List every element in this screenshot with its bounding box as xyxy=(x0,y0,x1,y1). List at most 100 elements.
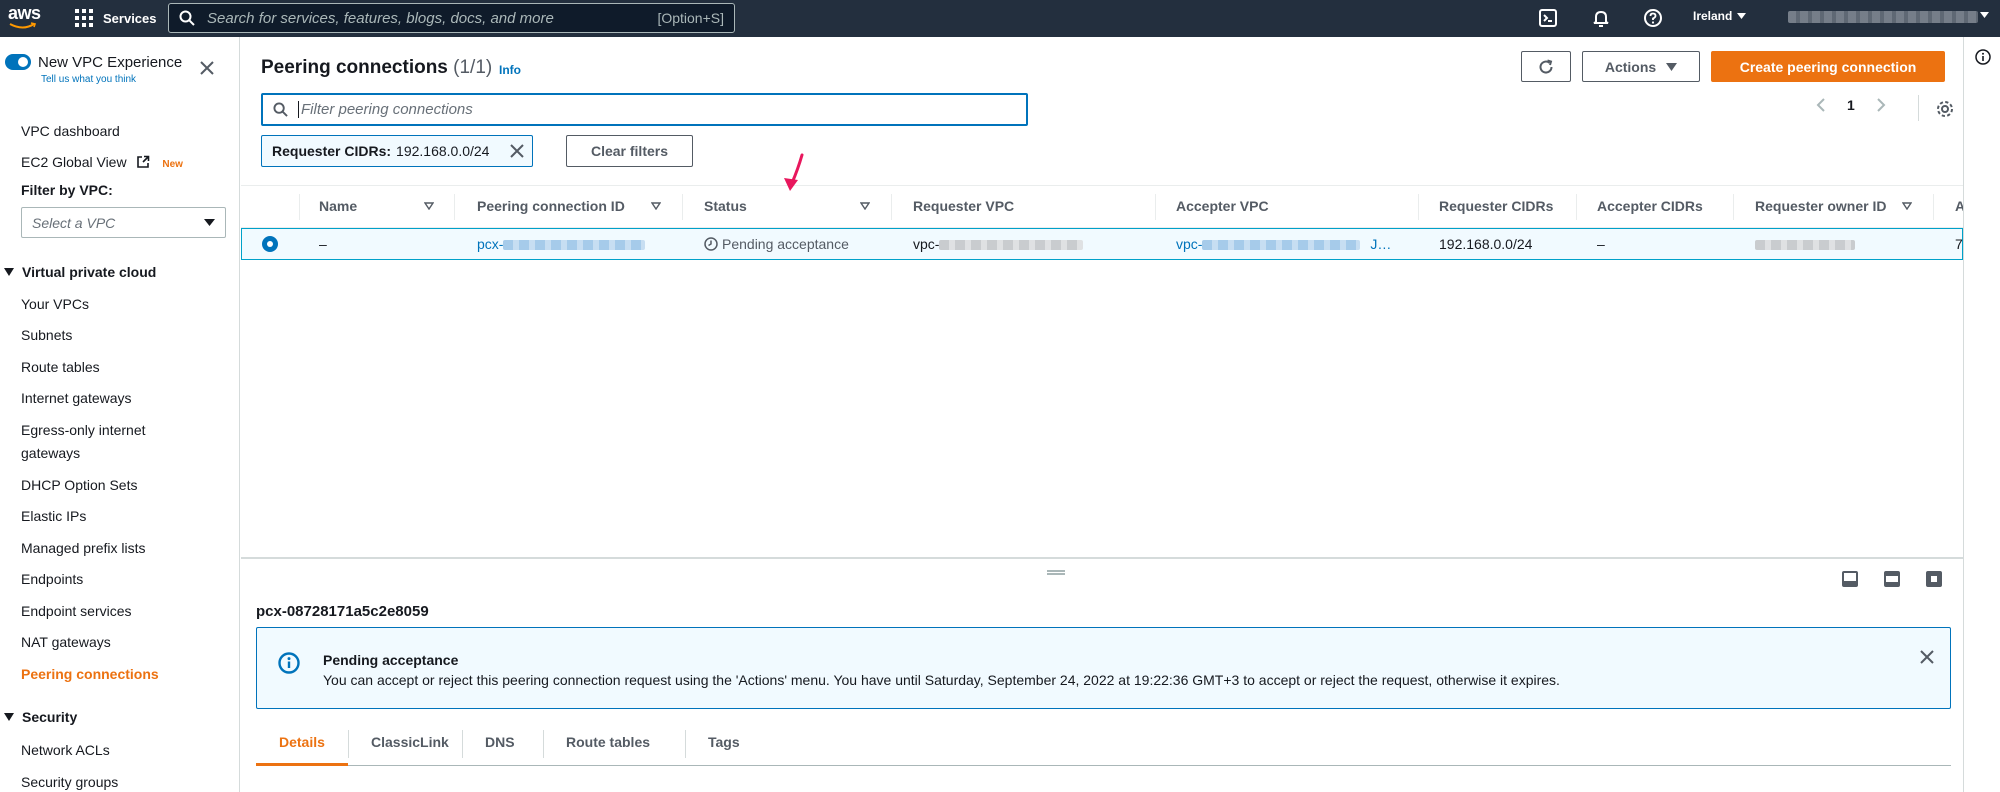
sort-icon[interactable] xyxy=(860,202,870,210)
next-page-icon[interactable] xyxy=(1877,98,1886,112)
column-header-accepter-cidrs[interactable]: Accepter CIDRs xyxy=(1597,198,1703,214)
tab-route-tables[interactable]: Route tables xyxy=(566,734,650,750)
cell-requester-vpc: vpc- xyxy=(913,236,1084,252)
redacted-vpc xyxy=(939,240,1084,250)
tab-classiclink[interactable]: ClassicLink xyxy=(371,734,449,750)
cell-peering-connection-id[interactable]: pcx- xyxy=(477,236,646,252)
tab-tags[interactable]: Tags xyxy=(708,734,740,750)
tools-panel xyxy=(1963,37,2000,792)
nav-egress-only-internet-gateways[interactable]: Egress-only internet xyxy=(21,422,146,438)
section-security[interactable]: Security xyxy=(4,709,77,725)
aws-logo[interactable]: aws xyxy=(8,4,44,32)
filter-token: Requester CIDRs: 192.168.0.0/24 xyxy=(261,135,533,167)
split-panel-drag-handle[interactable] xyxy=(1047,570,1065,575)
nav-network-acls[interactable]: Network ACLs xyxy=(21,742,110,758)
nav-peering-connections[interactable]: Peering connections xyxy=(21,666,159,682)
tab-dns[interactable]: DNS xyxy=(485,734,515,750)
services-label: Services xyxy=(103,10,157,26)
sort-icon[interactable] xyxy=(651,202,661,210)
cell-accepter-vpc[interactable]: vpc- J… xyxy=(1176,236,1391,252)
column-header-requester-vpc[interactable]: Requester VPC xyxy=(913,198,1014,214)
nav-ec2-global-view-label: EC2 Global View xyxy=(21,154,127,170)
external-link-icon xyxy=(137,155,150,168)
feedback-link[interactable]: Tell us what you think xyxy=(41,74,136,85)
nav-nat-gateways[interactable]: NAT gateways xyxy=(21,634,111,650)
services-menu-button[interactable]: Services xyxy=(75,6,157,30)
nav-route-tables[interactable]: Route tables xyxy=(21,359,100,375)
caret-down-icon xyxy=(204,219,215,226)
aws-smile-icon xyxy=(9,22,37,29)
cloudshell-icon[interactable] xyxy=(1538,8,1558,28)
pager-divider xyxy=(1918,95,1919,121)
column-header-status[interactable]: Status xyxy=(704,198,747,214)
sort-icon[interactable] xyxy=(424,202,434,210)
help-icon[interactable] xyxy=(1643,8,1663,28)
region-selector[interactable]: Ireland xyxy=(1693,9,1747,23)
active-tab-indicator xyxy=(256,763,348,766)
sort-icon[interactable] xyxy=(1902,202,1912,210)
nav-security-groups[interactable]: Security groups xyxy=(21,774,118,790)
info-panel-icon[interactable] xyxy=(1975,49,1991,65)
nav-endpoints[interactable]: Endpoints xyxy=(21,571,83,587)
split-panel-divider[interactable] xyxy=(241,557,1963,559)
caret-down-icon xyxy=(1666,62,1678,71)
refresh-button[interactable] xyxy=(1521,51,1571,82)
filter-by-vpc-label: Filter by VPC: xyxy=(21,182,113,198)
search-shortcut-hint: [Option+S] xyxy=(657,10,724,26)
column-header-name[interactable]: Name xyxy=(319,198,357,214)
info-link[interactable]: Info xyxy=(499,63,521,77)
side-navigation: New VPC Experience Tell us what you thin… xyxy=(0,37,240,792)
nav-egress-only-internet-gateways-line2[interactable]: gateways xyxy=(21,445,80,461)
cell-requester-cidrs: 192.168.0.0/24 xyxy=(1439,236,1533,252)
table-row[interactable]: – pcx- Pending acceptance vpc- vpc- J… 1… xyxy=(241,228,1971,260)
nav-managed-prefix-lists[interactable]: Managed prefix lists xyxy=(21,540,146,556)
info-flash-notification: Pending acceptance You can accept or rej… xyxy=(256,627,1951,709)
create-peering-connection-button[interactable]: Create peering connection xyxy=(1711,51,1945,82)
redacted-vpc xyxy=(1202,240,1361,250)
filter-token-key: Requester CIDRs: xyxy=(272,143,392,159)
current-page-number[interactable]: 1 xyxy=(1847,97,1855,113)
toggle-switch[interactable] xyxy=(5,54,31,70)
account-menu-redacted[interactable] xyxy=(1788,11,1978,23)
section-label: Security xyxy=(22,709,78,725)
full-panel-layout-icon[interactable] xyxy=(1926,571,1942,587)
preferences-gear-icon[interactable] xyxy=(1936,100,1954,118)
row-select-radio[interactable] xyxy=(262,236,278,252)
nav-vpc-dashboard[interactable]: VPC dashboard xyxy=(21,123,120,139)
section-virtual-private-cloud[interactable]: Virtual private cloud xyxy=(4,264,156,280)
filter-peering-connections-input[interactable]: Filter peering connections xyxy=(261,93,1028,126)
region-label: Ireland xyxy=(1693,9,1733,23)
actions-dropdown-button[interactable]: Actions xyxy=(1582,51,1700,82)
previous-page-icon[interactable] xyxy=(1816,98,1825,112)
close-icon[interactable] xyxy=(1920,650,1934,664)
remove-filter-icon[interactable] xyxy=(510,144,524,158)
notifications-bell-icon[interactable] xyxy=(1591,8,1611,28)
nav-subnets[interactable]: Subnets xyxy=(21,327,72,343)
pending-clock-icon xyxy=(704,237,718,251)
clear-filters-button[interactable]: Clear filters xyxy=(566,135,693,167)
nav-ec2-global-view[interactable]: EC2 Global View New xyxy=(21,154,183,170)
account-caret-down-icon[interactable] xyxy=(1980,12,1989,18)
close-nav-icon[interactable] xyxy=(200,61,214,75)
accepter-vpc-prefix: vpc- xyxy=(1176,236,1203,252)
annotation-arrow-icon xyxy=(784,153,804,191)
column-header-peering-connection-id[interactable]: Peering connection ID xyxy=(477,198,625,214)
vpc-filter-placeholder: Select a VPC xyxy=(32,214,116,231)
column-header-requester-owner-id[interactable]: Requester owner ID xyxy=(1755,198,1886,214)
column-header-accepter-vpc[interactable]: Accepter VPC xyxy=(1176,198,1269,214)
info-circle-icon xyxy=(278,652,300,674)
tab-details[interactable]: Details xyxy=(279,734,325,750)
nav-elastic-ips[interactable]: Elastic IPs xyxy=(21,508,86,524)
nav-endpoint-services[interactable]: Endpoint services xyxy=(21,603,132,619)
redacted-id xyxy=(503,240,646,250)
nav-your-vpcs[interactable]: Your VPCs xyxy=(21,296,89,312)
middle-panel-layout-icon[interactable] xyxy=(1884,571,1900,587)
peering-id-prefix: pcx- xyxy=(477,236,504,252)
bottom-panel-layout-icon[interactable] xyxy=(1842,571,1858,587)
nav-dhcp-option-sets[interactable]: DHCP Option Sets xyxy=(21,477,137,493)
global-search-input[interactable]: Search for services, features, blogs, do… xyxy=(168,3,735,33)
column-header-requester-cidrs[interactable]: Requester CIDRs xyxy=(1439,198,1553,214)
nav-internet-gateways[interactable]: Internet gateways xyxy=(21,390,132,406)
flash-message: You can accept or reject this peering co… xyxy=(323,672,1560,688)
vpc-filter-select[interactable]: Select a VPC xyxy=(21,207,226,238)
